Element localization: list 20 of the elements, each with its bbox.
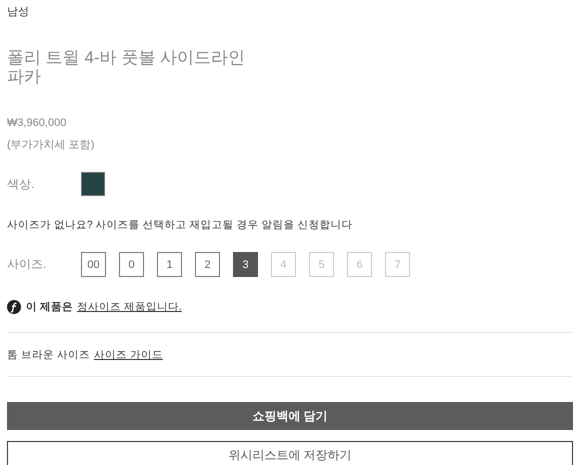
vat-note: (부가가치세 포함) — [7, 138, 96, 152]
size-label: 사이즈. — [7, 256, 48, 273]
logo-icon — [7, 300, 21, 314]
size-option[interactable]: 2 — [195, 252, 220, 277]
price: ₩3,960,000 — [7, 117, 68, 129]
fit-info-text: 이 제품은 — [26, 300, 73, 314]
size-guide-text: 톰 브라운 사이즈 — [7, 348, 90, 362]
wishlist-button[interactable]: 위시리스트에 저장하기 — [7, 441, 573, 465]
color-label: 색상. — [7, 176, 36, 192]
size-option[interactable]: 00 — [81, 252, 106, 277]
size-guide-link[interactable]: 사이즈 가이드 — [94, 348, 163, 362]
category-label: 남성 — [7, 5, 30, 20]
size-notice: 사이즈가 없나요? 사이즈를 선택하고 재입고될 경우 알림을 신청합니다 — [7, 218, 354, 232]
fit-info-link[interactable]: 정사이즈 제품입니다. — [76, 300, 182, 314]
size-option[interactable]: 3 — [233, 252, 258, 277]
product-title: 폴리 트윌 4-바 풋볼 사이드라인 파카 — [7, 48, 246, 86]
size-option[interactable]: 1 — [157, 252, 182, 277]
add-to-bag-button[interactable]: 쇼핑백에 담기 — [7, 402, 573, 430]
size-option[interactable]: 0 — [119, 252, 144, 277]
color-swatch[interactable] — [81, 172, 105, 196]
